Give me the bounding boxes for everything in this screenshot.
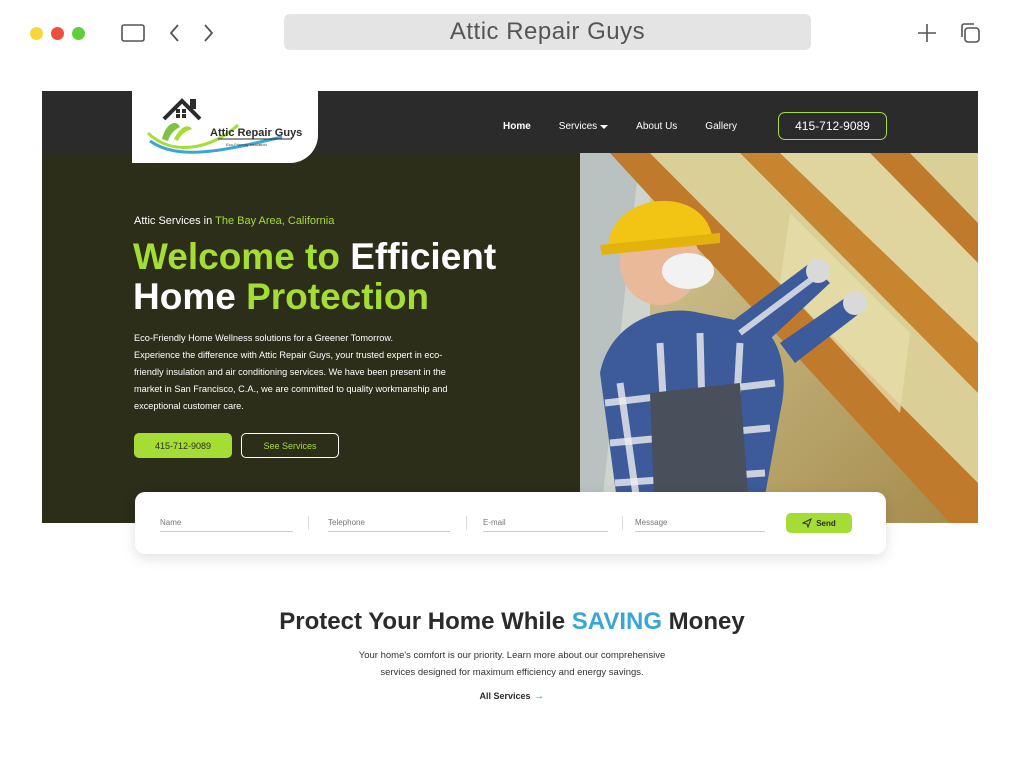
email-field[interactable]: E-mail: [483, 514, 608, 532]
all-services-link[interactable]: All Services →: [0, 690, 1024, 702]
message-field[interactable]: Message: [635, 514, 765, 532]
nav-gallery-label: Gallery: [705, 121, 737, 132]
chevron-down-icon: [600, 124, 609, 129]
send-label: Send: [816, 518, 836, 528]
nav-home[interactable]: Home: [503, 121, 531, 132]
field-divider: [308, 516, 309, 530]
headline-protection: Protection: [246, 276, 430, 317]
browser-chrome: Attic Repair Guys: [0, 0, 1024, 70]
nav-about-label: About Us: [636, 121, 678, 132]
field-divider: [466, 516, 467, 530]
hero-headline: Welcome to Efficient Home Protection: [133, 237, 496, 317]
logo-name: Attic Repair Guys: [210, 127, 303, 139]
tabs-overview-icon[interactable]: [957, 20, 983, 46]
see-services-button[interactable]: See Services: [241, 433, 339, 458]
attic-worker-photo: [580, 153, 978, 523]
hero-desc-line: friendly insulation and air conditioning…: [134, 367, 446, 377]
kicker-location: The Bay Area, California: [215, 215, 335, 227]
contact-form: Name Telephone E-mail Message Send: [135, 492, 886, 554]
hero-description: Eco-Friendly Home Wellness solutions for…: [134, 330, 504, 415]
close-dot[interactable]: [51, 27, 64, 40]
all-services-label: All Services: [479, 691, 531, 701]
logo[interactable]: Attic Repair Guys Eco-Friendly Insulatio…: [132, 91, 318, 163]
field-divider: [622, 516, 623, 530]
hero-desc-line: Eco-Friendly Home Wellness solutions for…: [134, 333, 394, 343]
kicker-prefix: Attic Services in: [134, 215, 216, 227]
paper-plane-icon: [802, 518, 813, 528]
page-title: Attic Repair Guys: [449, 18, 646, 45]
nav-phone-button[interactable]: 415-712-9089: [778, 112, 887, 140]
back-icon[interactable]: [162, 20, 188, 46]
hero-desc-line: Experience the difference with Attic Rep…: [134, 350, 443, 360]
hero-kicker: Attic Services in The Bay Area, Californ…: [134, 215, 334, 227]
sidebar-toggle-icon[interactable]: [120, 20, 146, 46]
section-title-suffix: Money: [662, 608, 745, 635]
maximize-dot[interactable]: [72, 27, 85, 40]
arrow-right-icon: →: [533, 690, 545, 702]
name-field[interactable]: Name: [160, 514, 293, 532]
nav-about-us[interactable]: About Us: [636, 121, 677, 132]
logo-tagline: Eco-Friendly Insulation: [226, 142, 267, 147]
section-title-prefix: Protect Your Home While: [279, 608, 572, 635]
send-button[interactable]: Send: [786, 513, 852, 533]
hero-desc-line: market in San Francisco, C.A., we are co…: [134, 384, 448, 394]
hero-image: [580, 153, 978, 523]
website: Attic Repair Guys Eco-Friendly Insulatio…: [42, 91, 978, 523]
nav-home-label: Home: [503, 121, 531, 132]
new-tab-icon[interactable]: [914, 20, 940, 46]
nav-gallery[interactable]: Gallery: [705, 121, 737, 132]
hero-phone-button[interactable]: 415-712-9089: [134, 433, 232, 458]
headline-efficient: Efficient: [350, 236, 497, 277]
section-desc-line: Your home's comfort is our priority. Lea…: [358, 650, 666, 661]
headline-welcome: Welcome to: [133, 236, 351, 277]
nav-links: Home Services About Us Gallery: [503, 121, 765, 132]
top-navigation: Attic Repair Guys Eco-Friendly Insulatio…: [42, 91, 978, 163]
section-desc-line: services designed for maximum efficiency…: [380, 667, 644, 678]
section-description: Your home's comfort is our priority. Lea…: [312, 647, 712, 681]
section-title: Protect Your Home While SAVING Money: [0, 608, 1024, 636]
forward-icon[interactable]: [195, 20, 221, 46]
telephone-field[interactable]: Telephone: [328, 514, 450, 532]
section-title-highlight: SAVING: [571, 608, 663, 635]
hero-desc-line: exceptional customer care.: [134, 401, 244, 411]
headline-home: Home: [133, 276, 247, 317]
address-bar[interactable]: Attic Repair Guys: [284, 14, 811, 50]
minimize-dot[interactable]: [30, 27, 43, 40]
nav-services[interactable]: Services: [558, 121, 609, 132]
nav-services-label: Services: [558, 121, 598, 132]
window-controls: [30, 27, 85, 40]
